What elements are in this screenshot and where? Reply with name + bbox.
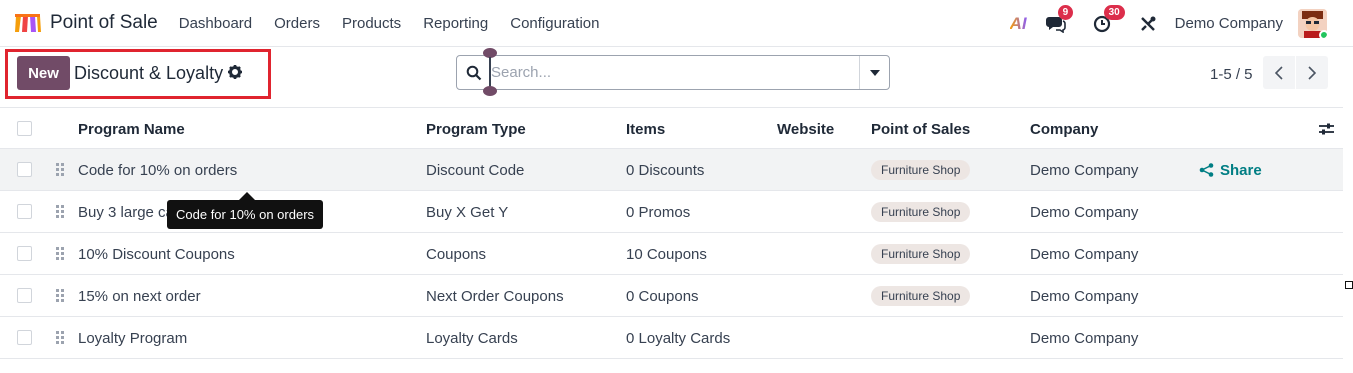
- program-items: 10 Coupons: [626, 245, 707, 263]
- messages-badge: 9: [1057, 4, 1074, 20]
- table-header: Program Name Program Type Items Website …: [0, 107, 1343, 149]
- row-checkbox[interactable]: [17, 162, 32, 177]
- messages-button[interactable]: 9: [1045, 4, 1074, 34]
- ai-icon[interactable]: AI: [1010, 14, 1027, 34]
- menu-dashboard[interactable]: Dashboard: [179, 15, 252, 32]
- program-company: Demo Company: [1030, 245, 1139, 263]
- program-company: Demo Company: [1030, 329, 1139, 347]
- row-checkbox[interactable]: [17, 330, 32, 345]
- program-type: Buy X Get Y: [426, 203, 509, 221]
- page-title: Discount & Loyalty: [74, 63, 224, 83]
- pos-tag: Furniture Shop: [871, 160, 971, 180]
- caret-down-icon: [870, 69, 880, 76]
- app-brand[interactable]: Point of Sale: [14, 12, 179, 34]
- pos-tag: Furniture Shop: [871, 244, 971, 264]
- menu-reporting[interactable]: Reporting: [423, 15, 488, 32]
- pos-cell: Furniture Shop: [871, 275, 971, 317]
- search-bar: [456, 55, 890, 90]
- table-row[interactable]: 10% Discount Coupons Coupons 10 Coupons …: [0, 233, 1343, 275]
- search-options-toggle[interactable]: [860, 56, 890, 89]
- share-cell: Share: [1199, 149, 1262, 191]
- drag-handle-icon[interactable]: [56, 288, 64, 303]
- pos-tag: Furniture Shop: [871, 202, 971, 222]
- table-row[interactable]: Code for 10% on orders Discount Code 0 D…: [0, 149, 1343, 191]
- program-name: Code for 10% on orders: [78, 161, 238, 179]
- pos-logo-icon: [15, 14, 41, 32]
- pos-cell: Furniture Shop: [871, 149, 971, 191]
- search-input[interactable]: [491, 64, 851, 81]
- chevron-right-icon: [1308, 65, 1316, 80]
- pos-tag: Furniture Shop: [871, 286, 971, 306]
- app-name: Point of Sale: [50, 12, 158, 33]
- program-type: Discount Code: [426, 161, 525, 179]
- top-navbar: Point of Sale Dashboard Orders Products …: [0, 0, 1353, 47]
- gear-icon[interactable]: [227, 64, 243, 80]
- select-all-checkbox[interactable]: [17, 121, 32, 136]
- tooltip: Code for 10% on orders: [167, 200, 324, 229]
- program-name: Loyalty Program: [78, 329, 188, 347]
- program-type: Loyalty Cards: [426, 329, 518, 347]
- program-type: Coupons: [426, 245, 487, 263]
- program-company: Demo Company: [1030, 203, 1139, 221]
- program-name: 15% on next order: [78, 287, 201, 305]
- column-point-of-sales[interactable]: Point of Sales: [871, 108, 970, 150]
- pager-value[interactable]: 1-5 / 5: [1210, 66, 1253, 83]
- share-button[interactable]: Share: [1199, 162, 1262, 179]
- pos-cell: Furniture Shop: [871, 191, 971, 233]
- chevron-left-icon: [1275, 65, 1283, 80]
- table-row[interactable]: 15% on next order Next Order Coupons 0 C…: [0, 275, 1343, 317]
- pager-next-button[interactable]: [1296, 56, 1328, 89]
- column-website[interactable]: Website: [777, 108, 834, 150]
- menu-configuration[interactable]: Configuration: [510, 15, 599, 32]
- program-items: 0 Coupons: [626, 287, 699, 305]
- program-items: 0 Promos: [626, 203, 691, 221]
- program-company: Demo Company: [1030, 287, 1139, 305]
- resize-handle[interactable]: [1345, 281, 1353, 289]
- column-program-type[interactable]: Program Type: [426, 108, 526, 150]
- search-icon[interactable]: [466, 65, 482, 81]
- company-switcher[interactable]: Demo Company: [1175, 15, 1283, 32]
- column-items[interactable]: Items: [626, 108, 665, 150]
- drag-handle-icon[interactable]: [56, 330, 64, 345]
- new-button[interactable]: New: [17, 56, 70, 90]
- control-panel: New Discount & Loyalty 1-5 / 5: [0, 47, 1353, 107]
- share-icon: [1199, 163, 1214, 177]
- activities-button[interactable]: 30: [1091, 4, 1125, 34]
- online-status-icon: [1319, 30, 1327, 38]
- program-items: 0 Loyalty Cards: [626, 329, 731, 347]
- program-name: 10% Discount Coupons: [78, 245, 235, 263]
- column-program-name[interactable]: Program Name: [78, 108, 185, 150]
- row-checkbox[interactable]: [17, 204, 32, 219]
- text-cursor: [489, 57, 491, 87]
- text-cursor-handle-bottom[interactable]: [483, 86, 497, 96]
- debug-tools-button[interactable]: [1137, 14, 1159, 34]
- row-checkbox[interactable]: [17, 288, 32, 303]
- program-type: Next Order Coupons: [426, 287, 564, 305]
- drag-handle-icon[interactable]: [56, 204, 64, 219]
- menu-orders[interactable]: Orders: [274, 15, 320, 32]
- tooltip-arrow: [239, 192, 255, 200]
- tools-icon: [1140, 16, 1156, 31]
- share-label: Share: [1220, 161, 1262, 179]
- pager-previous-button[interactable]: [1263, 56, 1295, 89]
- program-items: 0 Discounts: [626, 161, 705, 179]
- user-avatar[interactable]: [1298, 9, 1327, 38]
- program-company: Demo Company: [1030, 161, 1139, 179]
- pos-cell: Furniture Shop: [871, 233, 971, 275]
- table-row[interactable]: Loyalty Program Loyalty Cards 0 Loyalty …: [0, 317, 1343, 359]
- drag-handle-icon[interactable]: [56, 246, 64, 261]
- activities-badge: 30: [1103, 4, 1125, 20]
- row-checkbox[interactable]: [17, 246, 32, 261]
- optional-columns-icon[interactable]: [1318, 121, 1335, 137]
- menu-products[interactable]: Products: [342, 15, 401, 32]
- navbar-systray: AI 9 30 Demo Company: [1010, 0, 1353, 47]
- program-name: Buy 3 large ca: [78, 203, 174, 221]
- drag-handle-icon[interactable]: [56, 162, 64, 177]
- column-company[interactable]: Company: [1030, 108, 1098, 150]
